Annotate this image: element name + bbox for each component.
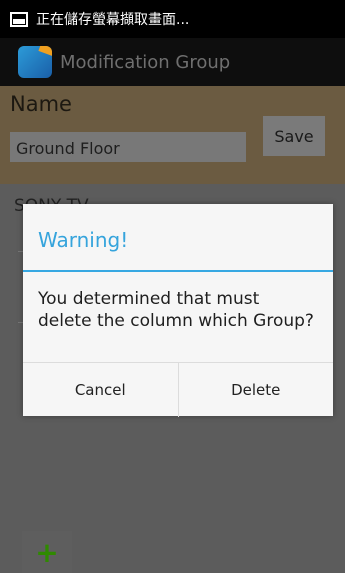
dialog-title: Warning! — [38, 228, 129, 252]
save-button[interactable]: Save — [263, 116, 325, 156]
warning-dialog: Warning! You determined that must delete… — [23, 204, 333, 417]
app-logo-icon[interactable] — [18, 46, 52, 78]
plus-icon: + — [35, 535, 59, 569]
delete-button[interactable]: Delete — [177, 363, 334, 417]
name-panel: Name Ground Floor Save — [0, 86, 345, 184]
dialog-divider — [23, 270, 333, 272]
dialog-message: You determined that must delete the colu… — [38, 289, 314, 331]
name-label: Name — [10, 92, 72, 116]
add-button[interactable]: + — [22, 531, 72, 573]
action-bar: Modification Group — [0, 38, 345, 86]
status-bar: 正在儲存螢幕擷取畫面... — [0, 0, 345, 38]
screenshot-icon — [10, 11, 28, 27]
page-title: Modification Group — [60, 51, 231, 73]
name-input[interactable]: Ground Floor — [10, 132, 246, 162]
cancel-button[interactable]: Cancel — [23, 363, 178, 417]
status-text: 正在儲存螢幕擷取畫面... — [36, 12, 190, 28]
dialog-button-bar: Cancel Delete — [23, 362, 333, 417]
